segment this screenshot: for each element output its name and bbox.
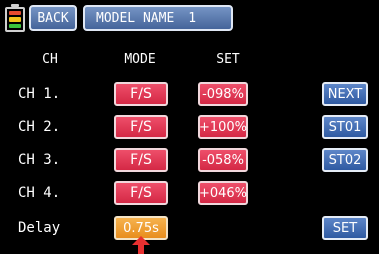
mode-button-ch2[interactable]: F/S (114, 115, 168, 139)
set-value-button-ch2[interactable]: +100% (198, 115, 248, 139)
mode-button-ch3[interactable]: F/S (114, 148, 168, 172)
model-number: 1 (188, 10, 197, 26)
mode-button-ch1[interactable]: F/S (114, 82, 168, 106)
column-header-set: SET (216, 52, 240, 67)
set-value-button-ch1[interactable]: -098% (198, 82, 248, 106)
set-value-button-ch4[interactable]: +046% (198, 181, 248, 205)
column-header-ch: CH (42, 52, 58, 67)
back-button[interactable]: BACK (29, 5, 77, 31)
model-name-display[interactable]: MODEL NAME 1 (83, 5, 233, 31)
set-button[interactable]: SET (322, 216, 368, 240)
channel-label-3: CH 3. (18, 152, 61, 168)
st01-button[interactable]: ST01 (322, 115, 368, 139)
channel-label-2: CH 2. (18, 119, 61, 135)
model-name-label: MODEL NAME (96, 10, 175, 26)
st02-button[interactable]: ST02 (322, 148, 368, 172)
set-value-button-ch3[interactable]: -058% (198, 148, 248, 172)
up-arrow-icon (132, 236, 150, 254)
channel-label-1: CH 1. (18, 86, 61, 102)
column-header-mode: MODE (124, 52, 156, 67)
channel-label-4: CH 4. (18, 185, 61, 201)
delay-label: Delay (18, 220, 61, 236)
next-button[interactable]: NEXT (322, 82, 368, 106)
mode-button-ch4[interactable]: F/S (114, 181, 168, 205)
battery-icon (5, 4, 25, 32)
